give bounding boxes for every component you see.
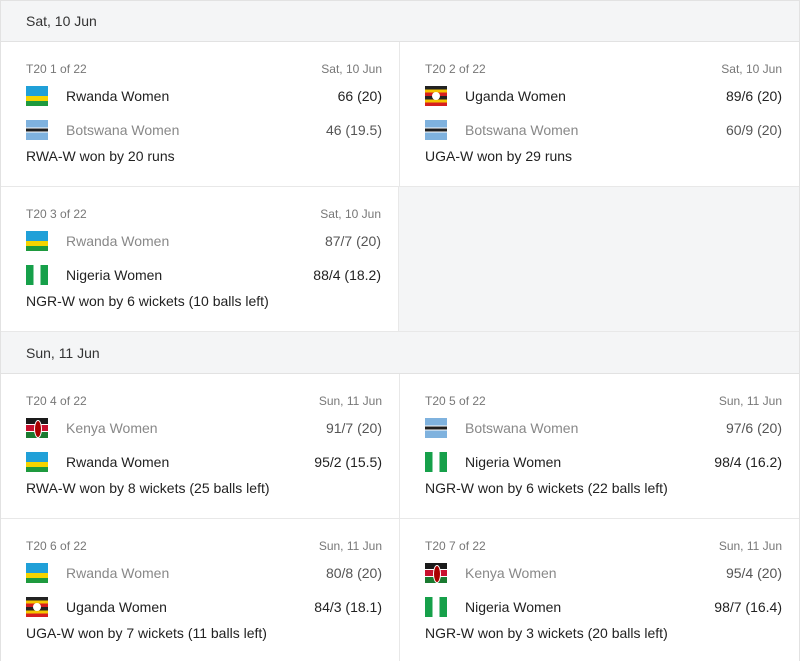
rwanda-flag-icon [26,563,48,583]
team-line: Kenya Women 95/4 (20) [425,556,782,590]
match-result: RWA-W won by 8 wickets (25 balls left) [26,480,270,496]
team-line: Kenya Women 91/7 (20) [26,411,382,445]
match-date: Sat, 10 Jun [320,207,381,221]
match-card[interactable]: T20 3 of 22 Sat, 10 Jun Rwanda Women 87/… [1,187,399,331]
match-result: UGA-W won by 29 runs [425,148,573,164]
team-name: Botswana Women [465,122,579,138]
team-name: Kenya Women [465,565,557,581]
match-date: Sat, 10 Jun [321,62,382,76]
team-score: 89/6 (20) [725,88,782,104]
nigeria-flag-icon [425,597,447,617]
team-score: 46 (19.5) [325,122,382,138]
team-score: 88/4 (18.2) [313,267,381,283]
team-name: Rwanda Women [66,88,170,104]
match-date: Sun, 11 Jun [718,539,782,553]
uganda-flag-icon [425,86,447,106]
match-series: T20 6 of 22 [26,539,87,553]
match-row: T20 4 of 22 Sun, 11 Jun Kenya Women 91/7… [1,374,799,519]
team-line: Nigeria Women 98/4 (16.2) [425,445,782,479]
rwanda-flag-icon [26,231,48,251]
team-line: Botswana Women 97/6 (20) [425,411,782,445]
nigeria-flag-icon [425,452,447,472]
botswana-flag-icon [425,120,447,140]
team-name: Botswana Women [66,122,180,138]
fixtures-list: Sat, 10 Jun T20 1 of 22 Sat, 10 Jun Rwan… [0,0,800,661]
team-score: 98/4 (16.2) [714,454,782,470]
match-result: NGR-W won by 3 wickets (20 balls left) [425,625,668,641]
nigeria-flag-icon [26,265,48,285]
match-date: Sat, 10 Jun [721,62,782,76]
botswana-flag-icon [26,120,48,140]
team-score: 98/7 (16.4) [714,599,782,615]
match-series: T20 1 of 22 [26,62,87,76]
day-header: Sat, 10 Jun [1,0,799,42]
match-date: Sun, 11 Jun [318,539,382,553]
team-score: 95/4 (20) [725,565,782,581]
team-line: Botswana Women 46 (19.5) [26,113,382,147]
match-date: Sun, 11 Jun [718,394,782,408]
rwanda-flag-icon [26,86,48,106]
empty-card [399,187,799,331]
team-name: Rwanda Women [66,233,170,249]
kenya-flag-icon [26,418,48,438]
team-score: 91/7 (20) [325,420,382,436]
team-name: Uganda Women [66,599,167,615]
team-line: Rwanda Women 95/2 (15.5) [26,445,382,479]
team-name: Botswana Women [465,420,579,436]
team-score: 97/6 (20) [725,420,782,436]
team-name: Kenya Women [66,420,158,436]
match-series: T20 7 of 22 [425,539,486,553]
team-line: Nigeria Women 98/7 (16.4) [425,590,782,624]
match-series: T20 5 of 22 [425,394,486,408]
team-name: Uganda Women [465,88,566,104]
match-series: T20 2 of 22 [425,62,486,76]
team-line: Rwanda Women 80/8 (20) [26,556,382,590]
match-card[interactable]: T20 1 of 22 Sat, 10 Jun Rwanda Women 66 … [1,42,400,186]
team-score: 60/9 (20) [725,122,782,138]
team-line: Rwanda Women 66 (20) [26,79,382,113]
team-line: Rwanda Women 87/7 (20) [26,224,381,258]
team-score: 87/7 (20) [324,233,381,249]
day-label: Sun, 11 Jun [26,344,100,361]
match-series: T20 3 of 22 [26,207,87,221]
rwanda-flag-icon [26,452,48,472]
team-score: 95/2 (15.5) [314,454,382,470]
team-score: 80/8 (20) [325,565,382,581]
match-card[interactable]: T20 7 of 22 Sun, 11 Jun Kenya Women 95/4… [400,519,799,661]
uganda-flag-icon [26,597,48,617]
day-label: Sat, 10 Jun [26,13,97,29]
team-name: Nigeria Women [465,599,562,615]
match-result: RWA-W won by 20 runs [26,148,175,164]
match-row: T20 6 of 22 Sun, 11 Jun Rwanda Women 80/… [1,519,799,661]
match-card[interactable]: T20 5 of 22 Sun, 11 Jun Botswana Women 9… [400,374,799,518]
day-header: Sun, 11 Jun [1,332,799,374]
match-card[interactable]: T20 4 of 22 Sun, 11 Jun Kenya Women 91/7… [1,374,400,518]
team-name: Nigeria Women [465,454,562,470]
team-line: Uganda Women 89/6 (20) [425,79,782,113]
match-date: Sun, 11 Jun [318,394,382,408]
match-row: T20 1 of 22 Sat, 10 Jun Rwanda Women 66 … [1,42,799,187]
match-result: NGR-W won by 6 wickets (22 balls left) [425,480,668,496]
kenya-flag-icon [425,563,447,583]
team-name: Nigeria Women [66,267,163,283]
team-line: Uganda Women 84/3 (18.1) [26,590,382,624]
match-row: T20 3 of 22 Sat, 10 Jun Rwanda Women 87/… [1,187,799,332]
team-score: 66 (20) [337,88,382,104]
team-line: Botswana Women 60/9 (20) [425,113,782,147]
team-name: Rwanda Women [66,454,170,470]
match-card[interactable]: T20 6 of 22 Sun, 11 Jun Rwanda Women 80/… [1,519,400,661]
match-result: NGR-W won by 6 wickets (10 balls left) [26,293,269,309]
team-line: Nigeria Women 88/4 (18.2) [26,258,381,292]
match-result: UGA-W won by 7 wickets (11 balls left) [26,625,267,641]
botswana-flag-icon [425,418,447,438]
team-name: Rwanda Women [66,565,170,581]
match-card[interactable]: T20 2 of 22 Sat, 10 Jun Uganda Women 89/… [400,42,799,186]
team-score: 84/3 (18.1) [314,599,382,615]
match-series: T20 4 of 22 [26,394,87,408]
